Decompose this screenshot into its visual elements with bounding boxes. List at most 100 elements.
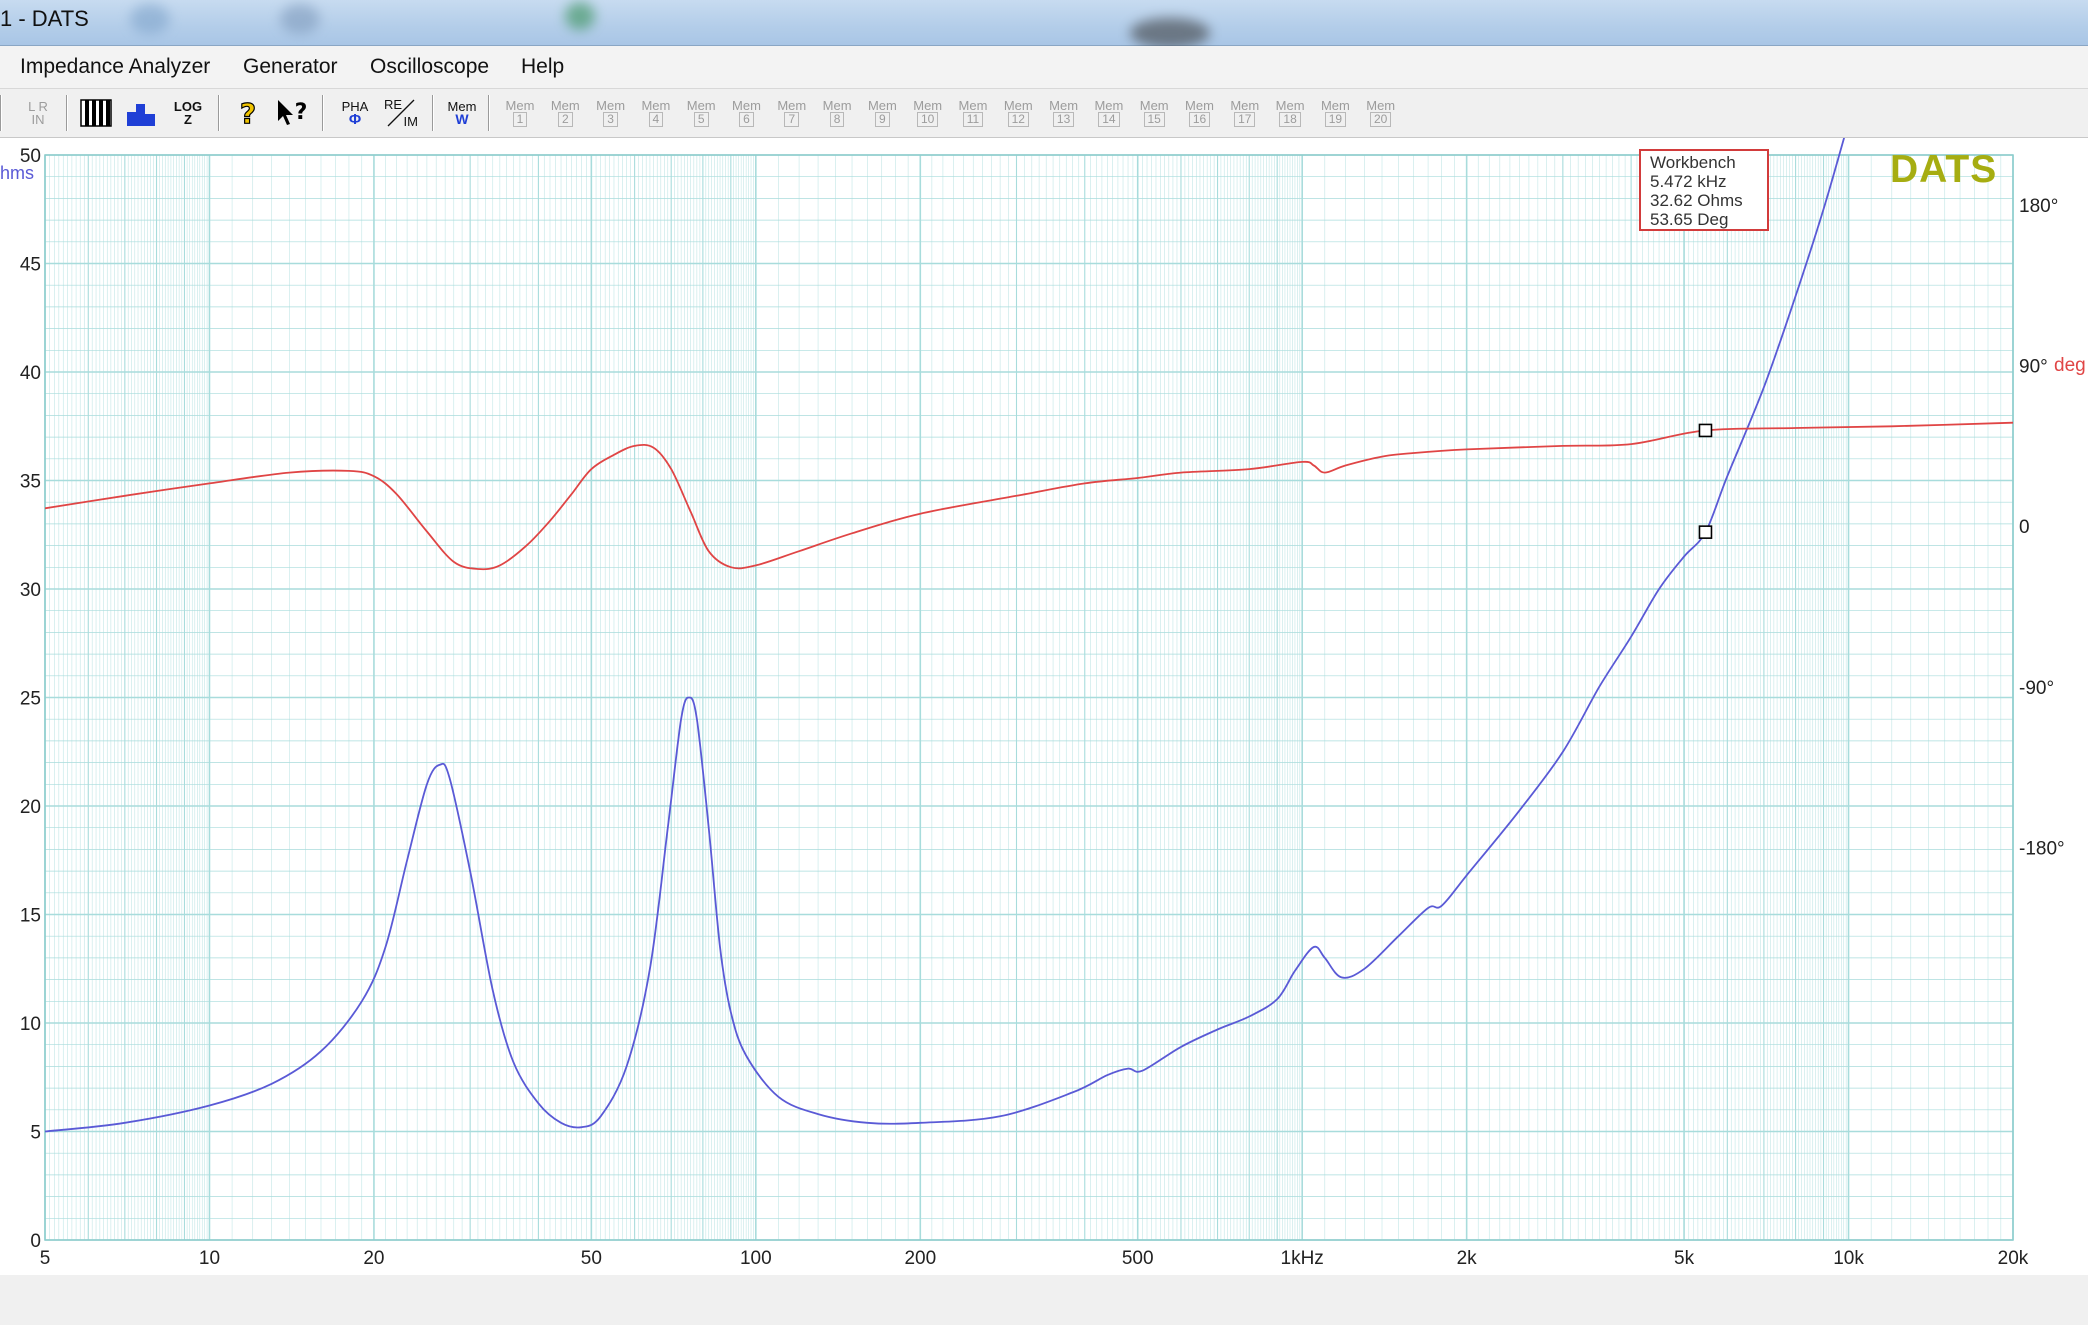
memory-slot-8-button[interactable]: Mem 8 — [817, 93, 857, 133]
memory-write-button[interactable]: Mem W — [442, 93, 482, 133]
memory-slot-9-button[interactable]: Mem 9 — [862, 93, 902, 133]
x-tick-label: 10 — [199, 1248, 220, 1269]
toolbar-separator — [322, 95, 324, 131]
memory-slot-10-button[interactable]: Mem 10 — [908, 93, 948, 133]
memory-slot-number: 1 — [512, 112, 528, 127]
status-bar — [0, 1274, 2088, 1325]
title-bar-blur — [565, 2, 595, 30]
input-channel-button[interactable]: L R IN — [18, 93, 58, 133]
memory-slot-label: Mem — [686, 98, 716, 113]
x-tick-label: 1kHz — [1281, 1248, 1324, 1269]
memory-slot-number: 5 — [693, 112, 709, 127]
memory-slot-label: Mem — [1003, 98, 1033, 113]
pointer-help-icon: ? — [278, 100, 307, 125]
memory-slot-number: 18 — [1279, 112, 1301, 127]
title-bar-blur — [1130, 18, 1210, 48]
spectrum-button[interactable] — [124, 93, 160, 133]
menu-help[interactable]: Help — [521, 55, 564, 79]
workbench-impedance: 32.62 Ohms — [1650, 191, 1743, 210]
x-tick-label: 500 — [1122, 1248, 1154, 1269]
memory-slot-label: Mem — [1230, 98, 1260, 113]
memory-slot-6-button[interactable]: Mem 6 — [727, 93, 767, 133]
menu-generator[interactable]: Generator — [243, 55, 338, 79]
memory-slot-label: Mem — [1275, 98, 1305, 113]
memory-slot-15-button[interactable]: Mem 15 — [1134, 93, 1174, 133]
toolbar-separator — [218, 95, 220, 131]
piano-keys-icon — [80, 99, 112, 127]
memory-slot-16-button[interactable]: Mem 16 — [1180, 93, 1220, 133]
menu-oscilloscope[interactable]: Oscilloscope — [370, 55, 489, 79]
x-tick-label: 2k — [1457, 1248, 1478, 1269]
x-tick-label: 20 — [363, 1248, 384, 1269]
x-tick-label: 50 — [581, 1248, 602, 1269]
y-tick-label: 5 — [30, 1123, 41, 1144]
dats-logo: DATS — [1890, 148, 1998, 191]
memory-slot-number: 20 — [1370, 112, 1392, 127]
memory-slot-number: 6 — [739, 112, 754, 127]
y2-tick-label: -90° — [2019, 678, 2054, 699]
diagonal-slash-icon — [387, 99, 415, 127]
memory-slot-number: 12 — [1007, 112, 1029, 127]
y-tick-label: 10 — [20, 1014, 41, 1035]
y2-tick-label: 90° — [2019, 357, 2048, 378]
title-bar-blur — [130, 4, 170, 34]
memory-slot-label: Mem — [732, 98, 761, 113]
memory-slot-label: Mem — [1366, 98, 1396, 113]
workbench-frequency: 5.472 kHz — [1650, 172, 1727, 191]
toolbar-separator — [0, 95, 2, 131]
memory-slot-13-button[interactable]: Mem 13 — [1044, 93, 1084, 133]
x-tick-label: 10k — [1833, 1248, 1864, 1269]
memory-slot-11-button[interactable]: Mem 11 — [953, 93, 993, 133]
memory-slot-4-button[interactable]: Mem 4 — [636, 93, 676, 133]
memory-slot-3-button[interactable]: Mem 3 — [591, 93, 631, 133]
memory-slot-number: 8 — [829, 112, 845, 127]
memory-slot-14-button[interactable]: Mem 14 — [1089, 93, 1129, 133]
memory-slot-label: Mem — [822, 98, 852, 113]
memory-slot-20-button[interactable]: Mem 20 — [1361, 93, 1401, 133]
y-tick-label: 20 — [20, 797, 41, 818]
piano-keys-button[interactable] — [78, 93, 114, 133]
x-tick-label: 100 — [740, 1248, 772, 1269]
question-mark-icon: ? — [239, 97, 256, 129]
memory-slot-1-button[interactable]: Mem 1 — [500, 93, 540, 133]
memory-slot-number: 17 — [1234, 112, 1256, 127]
menu-bar: Impedance Analyzer Generator Oscilloscop… — [0, 46, 2088, 89]
y-tick-label: 15 — [20, 906, 41, 927]
log-scale-button[interactable]: LOG Z — [168, 93, 208, 133]
y-axis-label: hms — [0, 163, 34, 183]
memory-slot-label: Mem — [596, 98, 626, 113]
menu-impedance-analyzer[interactable]: Impedance Analyzer — [20, 55, 210, 79]
help-button[interactable]: ? — [230, 93, 266, 133]
memory-slot-number: 7 — [784, 112, 800, 127]
memory-slot-label: Mem — [1185, 98, 1214, 113]
memory-slot-7-button[interactable]: Mem 7 — [772, 93, 812, 133]
phase-sub: Φ — [348, 111, 362, 128]
memory-slot-12-button[interactable]: Mem 12 — [998, 93, 1038, 133]
workbench-title: Workbench — [1650, 153, 1736, 172]
memory-slot-number: 16 — [1188, 112, 1211, 127]
y2-tick-label: 0 — [2019, 517, 2030, 538]
toolbar-separator — [488, 95, 490, 131]
memory-slot-label: Mem — [1139, 98, 1169, 113]
memory-slot-18-button[interactable]: Mem 18 — [1270, 93, 1310, 133]
memory-slot-number: 4 — [648, 112, 664, 127]
memory-slot-5-button[interactable]: Mem 5 — [681, 93, 721, 133]
phase-button[interactable]: PHA Φ — [334, 93, 376, 133]
memory-slot-2-button[interactable]: Mem 2 — [545, 93, 585, 133]
y2-tick-label: 180° — [2019, 196, 2058, 217]
memory-slot-number: 11 — [962, 112, 984, 127]
memory-slot-19-button[interactable]: Mem 19 — [1315, 93, 1355, 133]
y-tick-label: 35 — [20, 472, 41, 493]
memory-write-sub: W — [455, 111, 469, 127]
memory-slot-label: Mem — [641, 98, 671, 113]
impedance-plot[interactable]: 05101520253035404550 180°90°0-90°-180° 5… — [0, 138, 2088, 1274]
cursor-marker — [1698, 423, 1713, 438]
x-tick-label: 20k — [1998, 1248, 2029, 1269]
context-help-button[interactable]: ? — [272, 93, 312, 133]
real-imaginary-button[interactable]: RE IM — [380, 93, 422, 133]
y-tick-label: 45 — [20, 255, 41, 276]
memory-slot-17-button[interactable]: Mem 17 — [1225, 93, 1265, 133]
toolbar-separator — [432, 95, 434, 131]
memory-slot-number: 2 — [557, 112, 573, 127]
input-channel-sub: IN — [31, 112, 45, 127]
